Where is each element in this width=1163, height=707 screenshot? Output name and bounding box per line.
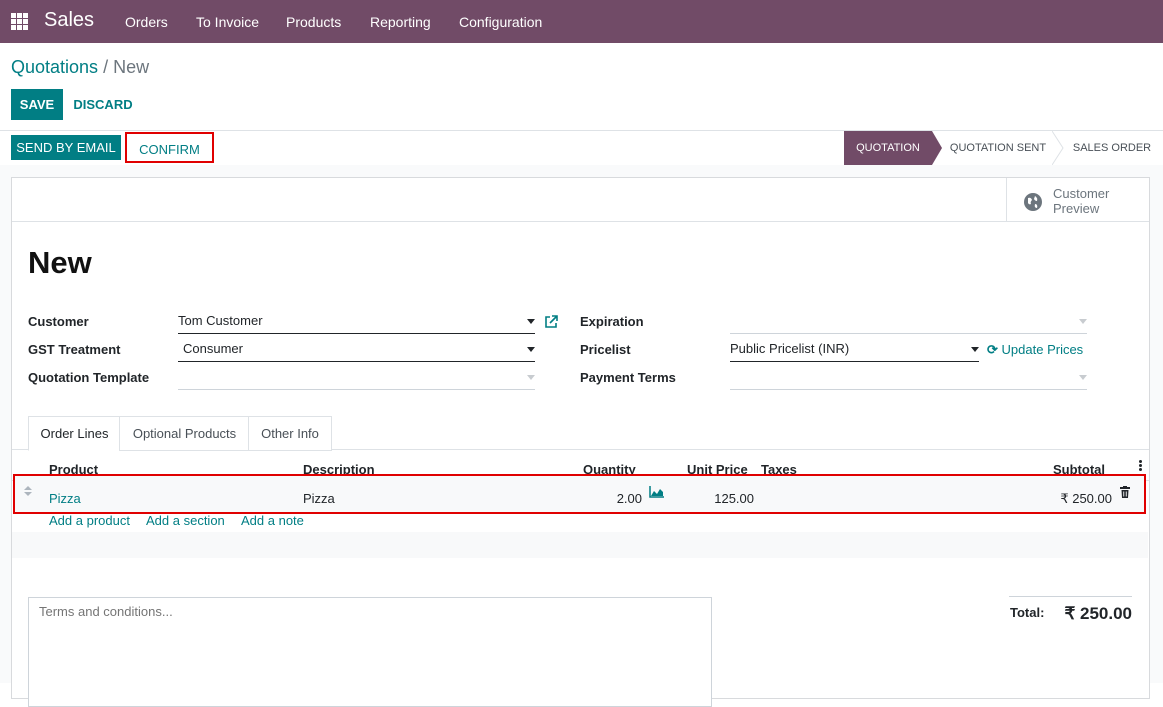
stage-quotation-sent[interactable]: QUOTATION SENT <box>944 131 1052 165</box>
customer-preview-button[interactable]: Customer Preview <box>1006 178 1150 221</box>
chevron-down-icon[interactable] <box>971 347 979 352</box>
chevron-down-icon[interactable] <box>527 319 535 324</box>
customer-value: Tom Customer <box>178 313 263 328</box>
update-prices-button[interactable]: ⟳ Update Prices <box>987 342 1083 358</box>
add-product-link[interactable]: Add a product <box>49 513 130 528</box>
menu-reporting[interactable]: Reporting <box>370 14 431 30</box>
total-label: Total: <box>1010 605 1045 620</box>
table-footer-space <box>12 532 1148 558</box>
row-description[interactable]: Pizza <box>303 491 335 506</box>
update-prices-label: Update Prices <box>1001 342 1084 357</box>
external-link-icon[interactable] <box>544 315 558 329</box>
quotation-template-field[interactable] <box>178 369 535 390</box>
menu-configuration[interactable]: Configuration <box>459 14 542 30</box>
menu-orders[interactable]: Orders <box>125 14 168 30</box>
trash-icon[interactable] <box>1120 486 1130 498</box>
gst-treatment-field[interactable]: Consumer <box>178 341 535 362</box>
send-by-email-button[interactable]: SEND BY EMAIL <box>11 135 121 160</box>
row-product[interactable]: Pizza <box>49 491 81 506</box>
stage-arrow <box>1052 131 1064 165</box>
expiration-label: Expiration <box>580 314 644 329</box>
breadcrumb-separator: / <box>103 57 109 77</box>
pricelist-field[interactable]: Public Pricelist (INR) <box>730 341 979 362</box>
globe-icon <box>1024 193 1042 211</box>
record-title: New <box>28 245 92 280</box>
row-unit-price[interactable]: 125.00 <box>682 491 754 506</box>
breadcrumb: Quotations / New <box>11 57 149 78</box>
totals-divider <box>1009 596 1132 597</box>
tab-optional-products[interactable]: Optional Products <box>119 416 250 451</box>
pricelist-label: Pricelist <box>580 342 631 357</box>
customer-label: Customer <box>28 314 89 329</box>
save-button[interactable]: SAVE <box>11 89 63 120</box>
gst-treatment-value: Consumer <box>183 341 243 356</box>
gst-treatment-label: GST Treatment <box>28 342 121 357</box>
menu-products[interactable]: Products <box>286 14 341 30</box>
payment-terms-field[interactable] <box>730 369 1087 390</box>
column-options-icon[interactable] <box>1139 460 1142 471</box>
tab-other-info[interactable]: Other Info <box>248 416 332 451</box>
forecast-chart-icon[interactable] <box>649 486 665 498</box>
discard-button[interactable]: DISCARD <box>68 89 138 120</box>
row-quantity[interactable]: 2.00 <box>572 491 642 506</box>
form-sheet: Customer Preview New Customer Tom Custom… <box>11 177 1150 707</box>
chevron-down-icon[interactable] <box>527 347 535 352</box>
stage-quotation[interactable]: QUOTATION <box>844 131 932 165</box>
menu-to-invoice[interactable]: To Invoice <box>196 14 259 30</box>
stage-sales-order[interactable]: SALES ORDER <box>1066 131 1158 165</box>
payment-terms-label: Payment Terms <box>580 370 676 385</box>
chevron-down-icon[interactable] <box>527 375 535 380</box>
customer-preview-label-1: Customer <box>1053 186 1110 201</box>
refresh-icon: ⟳ <box>987 342 998 357</box>
apps-grid-icon[interactable] <box>11 13 28 30</box>
status-bar: SEND BY EMAIL CONFIRM QUOTATION QUOTATIO… <box>0 130 1163 166</box>
customer-field[interactable]: Tom Customer <box>178 313 535 334</box>
chevron-down-icon[interactable] <box>1079 375 1087 380</box>
add-note-link[interactable]: Add a note <box>241 513 304 528</box>
top-navbar: Sales Orders To Invoice Products Reporti… <box>0 0 1163 43</box>
add-section-link[interactable]: Add a section <box>146 513 225 528</box>
pricelist-value: Public Pricelist (INR) <box>730 341 850 356</box>
total-value: ₹ 250.00 <box>1064 604 1132 623</box>
breadcrumb-quotations[interactable]: Quotations <box>11 57 98 77</box>
quotation-template-label: Quotation Template <box>28 370 150 385</box>
drag-handle-icon[interactable] <box>24 486 32 498</box>
customer-preview-label-2: Preview <box>1053 201 1100 216</box>
breadcrumb-current: New <box>113 57 150 77</box>
confirm-button[interactable]: CONFIRM <box>125 132 214 163</box>
chevron-down-icon[interactable] <box>1079 319 1087 324</box>
row-subtotal: ₹ 250.00 <box>1060 491 1112 506</box>
stage-arrow-active <box>932 131 942 165</box>
tab-order-lines[interactable]: Order Lines <box>28 416 121 451</box>
app-brand[interactable]: Sales <box>44 9 94 32</box>
expiration-field[interactable] <box>730 313 1087 334</box>
button-box <box>12 178 1149 222</box>
terms-and-conditions-input[interactable] <box>28 597 712 707</box>
